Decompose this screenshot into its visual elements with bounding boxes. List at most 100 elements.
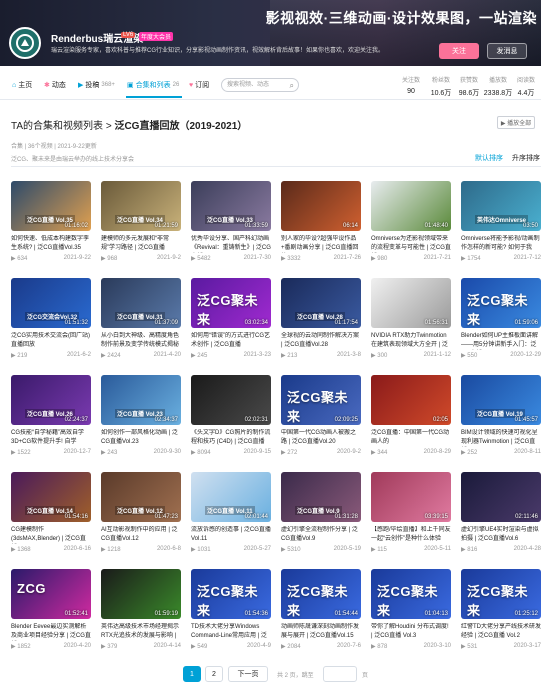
video-title[interactable]: 带你了解Houdini 分布式调度! | 泛CG直播 Vol.3 bbox=[371, 623, 451, 641]
video-title[interactable]: CG技能“自学秘籍”高效自学3D+CG软件提升手! 自学 bbox=[11, 429, 91, 447]
video-thumbnail[interactable]: 泛CG聚未来 01:04:13 bbox=[371, 569, 451, 619]
video-card[interactable]: 06:14 别人家的毕设?超强毕设作品+番剧动画分享 | 泛CG直播回放 ▶ 333… bbox=[281, 181, 361, 262]
page-2-button[interactable]: 2 bbox=[205, 666, 223, 682]
video-card[interactable]: 英伟达Omniverse 03:50 Omniverse将能予影视/动画制作怎样的新… bbox=[461, 181, 541, 262]
video-card[interactable]: 泛CG直播 Vol.9 01:31:28 虚幻引擎全流程制作分享 | 泛CG直播Vo… bbox=[281, 472, 361, 553]
video-card[interactable]: 泛CG直播 Vol.19 01:45:57 BIM设计领域的快速可视化呈现利器Twi… bbox=[461, 375, 541, 456]
video-card[interactable]: 泛CG直播 Vol.11 02:01:44 流放诉感的创造事 | 泛CG直播Vol.… bbox=[191, 472, 271, 553]
breadcrumb[interactable]: TA的合集和视频列表 bbox=[11, 121, 103, 132]
video-thumbnail[interactable]: 泛CG直播 Vol.23 02:34:37 bbox=[101, 375, 181, 425]
video-card[interactable]: 02:02:31 《头文字D》CG照片的制作流程和技巧 (C4D) | 泛CG直播… bbox=[191, 375, 271, 456]
video-card[interactable]: 泛CG直播 Vol.26 02:24:37 CG技能“自学秘籍”高效自学3D+CG软… bbox=[11, 375, 91, 456]
page-jump-input[interactable] bbox=[323, 666, 357, 682]
video-title[interactable]: 虚幻引擎全流程制作分享 | 泛CG直播Vol.9 bbox=[281, 526, 361, 544]
tab-home[interactable]: ⌂ 主页 bbox=[12, 80, 32, 90]
video-title[interactable]: Omniverse将能予影视/动画制作怎样的新可能? 如何于我 bbox=[461, 235, 541, 253]
play-all-button[interactable]: ▶ 播放全部 bbox=[497, 116, 535, 129]
video-title[interactable]: 流放诉感的创造事 | 泛CG直播Vol.11 bbox=[191, 526, 271, 544]
tab-collections[interactable]: ▣ 合集和列表 26 bbox=[127, 80, 179, 90]
video-card[interactable]: 泛CG聚未来 01:59:06 Blender如何UP主推板面讲解——用5分钟讲新手… bbox=[461, 278, 541, 359]
video-thumbnail[interactable]: 泛CG直播 Vol.14 01:54:16 bbox=[11, 472, 91, 522]
video-card[interactable]: ZCG 01:52:41 Blender Eevee最边实测解析及商业项目经验分享 … bbox=[11, 569, 91, 650]
tab-dynamics[interactable]: ✱ 动态 bbox=[44, 80, 66, 90]
video-thumbnail[interactable]: 01:56:31 bbox=[371, 278, 451, 328]
video-title[interactable]: 如何快速、低成本构建数字孪生系统? | 泛CG直播Vol.35 bbox=[11, 235, 91, 253]
tab-subscriptions[interactable]: ♥ 订阅 bbox=[189, 80, 209, 90]
video-card[interactable]: 泛CG聚未来 01:54:44 动画师陈晟谦深刻动画制作发展与展开 | 泛CG直播V… bbox=[281, 569, 361, 650]
video-card[interactable]: 01:59:19 英伟达高级技术市场经理揭示RTX光追技术的发展与影响 | ▶ 37… bbox=[101, 569, 181, 650]
video-thumbnail[interactable]: 01:48:40 bbox=[371, 181, 451, 231]
message-button[interactable]: 发消息 bbox=[487, 43, 527, 59]
video-thumbnail[interactable]: 03:39:15 bbox=[371, 472, 451, 522]
video-thumbnail[interactable]: 02:02:31 bbox=[191, 375, 271, 425]
video-thumbnail[interactable]: 泛CG直播 Vol.12 01:47:23 bbox=[101, 472, 181, 522]
page-1-button[interactable]: 1 bbox=[183, 666, 201, 682]
search-input[interactable]: 搜索视频、动态 ⌕ bbox=[221, 78, 299, 92]
video-card[interactable]: 泛CG聚未来 01:04:13 带你了解Houdini 分布式调度! | 泛CG直播… bbox=[371, 569, 451, 650]
video-title[interactable]: Blender Eevee最边实测解析及商业项目经验分享 | 泛CG直播 bbox=[11, 623, 91, 641]
video-title[interactable]: 从小白到大神级、高精度角色制作前景及变学传统模式揭秘 bbox=[101, 332, 181, 350]
follow-button[interactable]: 关注 bbox=[439, 43, 479, 59]
video-card[interactable]: 02:11:46 虚幻引擎UE4实时渲染与虚拟拍摄 | 泛CG直播Vol.6 ▶ 8… bbox=[461, 472, 541, 553]
video-title[interactable]: Blender如何UP主推板面讲解——用5分钟讲新手入门：泛CG直播 bbox=[461, 332, 541, 350]
video-thumbnail[interactable]: 泛CG聚未来 01:25:12 bbox=[461, 569, 541, 619]
video-card[interactable]: 泛CG直播 Vol.12 01:47:23 AI互动影视制作中的应用 | 泛CG直播… bbox=[101, 472, 181, 553]
video-title[interactable]: NVIDIA RTX助力Twinmotion在建筑表现领域大方全开 | 泛 bbox=[371, 332, 451, 350]
video-thumbnail[interactable]: 01:59:19 bbox=[101, 569, 181, 619]
video-title[interactable]: BIM设计领域的快速可视化呈现利器Twinmotion | 泛CG直播 bbox=[461, 429, 541, 447]
video-title[interactable]: Omniverse为还影视领域带来的流程变革与可能性 | 泛CG直播 bbox=[371, 235, 451, 253]
video-thumbnail[interactable]: 02:05 bbox=[371, 375, 451, 425]
video-card[interactable]: 泛CG交流会Vol.32 01:51:32 泛CG实用技术交流会(回广站)直播回放 ▶… bbox=[11, 278, 91, 359]
video-title[interactable]: 如何创作一部风格化动画 | 泛CG直播Vol.23 bbox=[101, 429, 181, 447]
video-thumbnail[interactable]: 泛CG直播 Vol.33 01:33:59 bbox=[191, 181, 271, 231]
video-thumbnail[interactable]: 泛CG直播 Vol.28 01:17:54 bbox=[281, 278, 361, 328]
video-title[interactable]: 红警TD大佬分享产线技术研发经验 | 泛CG直播 Vol.2 bbox=[461, 623, 541, 641]
video-card[interactable]: 泛CG聚未来 01:54:36 TD技术大佬分享Windows Command-Li… bbox=[191, 569, 271, 650]
video-thumbnail[interactable]: 02:11:46 bbox=[461, 472, 541, 522]
video-title[interactable]: 泛CG实用技术交流会(回广站)直播回放 bbox=[11, 332, 91, 350]
sort-default[interactable]: 默认排序 bbox=[475, 153, 503, 163]
video-title[interactable]: CG建模制作(3dsMAX,Blender) | 泛CG直播 bbox=[11, 526, 91, 544]
tab-uploads[interactable]: ▶ 投稿 368+ bbox=[78, 80, 115, 90]
video-title[interactable]: TD技术大佬分享Windows Command-Line常用应用 | 泛 bbox=[191, 623, 271, 641]
video-title[interactable]: 英伟达高级技术市场经理揭示RTX光追技术的发展与影响 | bbox=[101, 623, 181, 641]
video-card[interactable]: 泛CG聚未来 02:09:25 中国第一代CG动画人被搬之路 | 泛CG直播Vol.… bbox=[281, 375, 361, 456]
video-thumbnail[interactable]: 泛CG聚未来 02:09:25 bbox=[281, 375, 361, 425]
search-icon[interactable]: ⌕ bbox=[290, 80, 294, 92]
video-card[interactable]: 泛CG直播 Vol.35 01:16:02 如何快速、低成本构建数字孪生系统? | … bbox=[11, 181, 91, 262]
sort-ascending[interactable]: 升序排序 bbox=[512, 153, 540, 163]
video-thumbnail[interactable]: 06:14 bbox=[281, 181, 361, 231]
video-card[interactable]: 泛CG聚未来 03:02:34 如何用“错误”的方式进行CG艺术创作 | 泛CG直播… bbox=[191, 278, 271, 359]
video-title[interactable]: 中国第一代CG动画人被搬之路 | 泛CG直播Vol.20 bbox=[281, 429, 361, 447]
avatar[interactable] bbox=[9, 27, 41, 59]
video-thumbnail[interactable]: ZCG 01:52:41 bbox=[11, 569, 91, 619]
video-title[interactable]: 全球视的云动同制作解决方案 | 泛CG直播Vol.28 bbox=[281, 332, 361, 350]
video-card[interactable]: 泛CG直播 Vol.34 01:21:59 建模师的多元发展和“非常规”学习路径 |… bbox=[101, 181, 181, 262]
video-card[interactable]: 03:39:15 【感跑/毕绘直播】和上千同友一起“云创作”是种什么体验 ▶ 115… bbox=[371, 472, 451, 553]
video-card[interactable]: 01:48:40 Omniverse为还影视领域带来的流程变革与可能性 | 泛CG… bbox=[371, 181, 451, 262]
video-thumbnail[interactable]: 泛CG直播 Vol.9 01:31:28 bbox=[281, 472, 361, 522]
stat-following[interactable]: 关注数 90 bbox=[394, 75, 428, 95]
video-thumbnail[interactable]: 泛CG直播 Vol.31 01:37:09 bbox=[101, 278, 181, 328]
video-thumbnail[interactable]: 泛CG聚未来 01:54:44 bbox=[281, 569, 361, 619]
video-thumbnail[interactable]: 泛CG直播 Vol.11 02:01:44 bbox=[191, 472, 271, 522]
video-thumbnail[interactable]: 泛CG聚未来 03:02:34 bbox=[191, 278, 271, 328]
video-thumbnail[interactable]: 英伟达Omniverse 03:50 bbox=[461, 181, 541, 231]
video-title[interactable]: 如何用“错误”的方式进行CG艺术创作 | 泛CG直播 bbox=[191, 332, 271, 350]
video-title[interactable]: 动画师陈晟谦深刻动画制作发展与展开 | 泛CG直播Vol.15 bbox=[281, 623, 361, 641]
video-card[interactable]: 02:05 泛CG直播：中国第一代CG动画人的 ▶ 344 2020-8-29 bbox=[371, 375, 451, 456]
video-thumbnail[interactable]: 泛CG直播 Vol.35 01:16:02 bbox=[11, 181, 91, 231]
video-title[interactable]: 《头文字D》CG照片的制作流程和技巧 (C4D) | 泛CG直播 bbox=[191, 429, 271, 447]
video-thumbnail[interactable]: 泛CG直播 Vol.19 01:45:57 bbox=[461, 375, 541, 425]
video-card[interactable]: 泛CG直播 Vol.14 01:54:16 CG建模制作(3dsMAX,Blende… bbox=[11, 472, 91, 553]
next-page-button[interactable]: 下一页 bbox=[228, 666, 268, 682]
video-title[interactable]: 泛CG直播：中国第一代CG动画人的 bbox=[371, 429, 451, 447]
video-thumbnail[interactable]: 泛CG直播 Vol.26 02:24:37 bbox=[11, 375, 91, 425]
video-title[interactable]: 【感跑/毕绘直播】和上千同友一起“云创作”是种什么体验 bbox=[371, 526, 451, 544]
video-thumbnail[interactable]: 泛CG直播 Vol.34 01:21:59 bbox=[101, 181, 181, 231]
video-thumbnail[interactable]: 泛CG聚未来 01:59:06 bbox=[461, 278, 541, 328]
video-title[interactable]: 优秀毕设分享、国产科幻动画《Revival：重铸新生》| 泛CG直播 bbox=[191, 235, 271, 253]
video-title[interactable]: 别人家的毕设?超强毕设作品+番剧动画分享 | 泛CG直播回放 bbox=[281, 235, 361, 253]
video-title[interactable]: 建模师的多元发展和“非常规”学习路径 | 泛CG直播 bbox=[101, 235, 181, 253]
video-card[interactable]: 泛CG直播 Vol.33 01:33:59 优秀毕设分享、国产科幻动画《Reviva… bbox=[191, 181, 271, 262]
